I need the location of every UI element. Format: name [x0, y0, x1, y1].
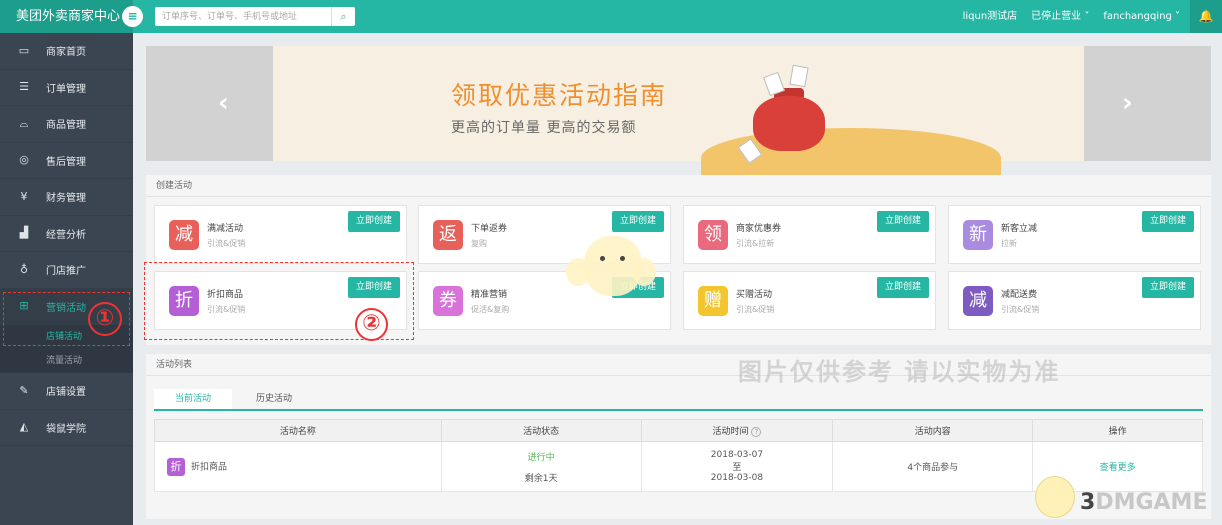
bag-icon: ♁ — [19, 262, 29, 276]
chevron-left-icon[interactable]: ‹ — [218, 88, 229, 118]
sidebar-item-aftersale[interactable]: ◎ 售后管理 — [0, 143, 133, 179]
create-button[interactable]: 立即创建 — [877, 211, 929, 232]
create-button[interactable]: 立即创建 — [612, 211, 664, 232]
activity-card-buy-gift: 赠 买赠活动 引流&促销 立即创建 — [683, 271, 936, 330]
tab-history-activity[interactable]: 历史活动 — [240, 389, 308, 409]
activity-name-cell: 折折扣商品 — [154, 441, 442, 492]
money-bag-image — [753, 96, 825, 151]
banner-prev-panel[interactable]: ‹ — [146, 46, 273, 161]
banner-subtitle: 更高的订单量 更高的交易额 — [451, 120, 637, 136]
column-header: 活动时间 ? — [640, 419, 834, 442]
discount-icon: 折 — [167, 457, 185, 476]
sidebar-item-products[interactable]: ⌓ 商品管理 — [0, 106, 133, 143]
mascot-eye — [600, 256, 605, 261]
banner-next-panel[interactable]: › — [1084, 46, 1211, 161]
search-icon[interactable]: ⌕ — [331, 7, 355, 26]
table-header-row: 活动名称 活动状态 活动时间 ? 活动内容 操作 — [154, 419, 1203, 442]
column-header: 操作 — [1032, 419, 1203, 442]
service-icon: ◎ — [19, 153, 29, 167]
coupon-icon: 券 — [433, 286, 463, 316]
bell-icon[interactable]: 🔔 — [1190, 0, 1222, 33]
create-button[interactable]: 立即创建 — [1142, 277, 1194, 298]
sidebar-item-home[interactable]: ▭ 商家首页 — [0, 33, 133, 70]
business-status-dropdown[interactable]: 已停止营业 ˅ — [1031, 0, 1089, 33]
create-button[interactable]: 立即创建 — [348, 211, 400, 232]
activity-card-full-reduction: 减 满减活动 引流&促销 立即创建 — [154, 205, 407, 264]
clipboard-icon: ☰ — [19, 80, 29, 94]
shop-name[interactable]: liqun测试店 — [963, 0, 1018, 33]
activity-tabs: 当前活动 历史活动 — [154, 389, 1203, 411]
top-right-menu: liqun测试店 已停止营业 ˅ fanchangqing ˅ — [963, 0, 1180, 33]
sidebar-item-academy[interactable]: ◭ 袋鼠学院 — [0, 410, 133, 446]
view-more-link[interactable]: 查看更多 — [1100, 463, 1136, 473]
tab-current-activity[interactable]: 当前活动 — [154, 389, 232, 409]
coupon-paper-icon — [789, 64, 809, 88]
activity-content-cell: 4个商品参与 — [832, 441, 1034, 492]
brand-title: 美团外卖商家中心 — [0, 0, 133, 33]
column-header: 活动内容 — [832, 419, 1034, 442]
site-logo: 3DMGAME — [1080, 490, 1208, 515]
store-icon: ▭ — [18, 43, 30, 57]
search-input[interactable] — [155, 7, 330, 26]
annotation-number-2: ② — [355, 308, 388, 341]
mascot-bird-logo — [1035, 476, 1075, 518]
user-dropdown[interactable]: fanchangqing ˅ — [1103, 0, 1180, 33]
menu-toggle-icon[interactable]: ≡ — [122, 6, 143, 27]
column-header: 活动名称 — [154, 419, 442, 442]
create-button[interactable]: 立即创建 — [877, 277, 929, 298]
banner-title: 领取优惠活动指南 — [451, 81, 668, 110]
sidebar-subitem-traffic-activity[interactable]: 流量活动 — [0, 349, 133, 373]
search-box: ⌕ — [155, 7, 355, 26]
reduce-icon: 减 — [963, 286, 993, 316]
sidebar-item-analysis[interactable]: ▟ 经营分析 — [0, 216, 133, 252]
activity-card-delivery-reduction: 减 减配送费 引流&促销 立即创建 — [948, 271, 1201, 330]
top-bar: 美团外卖商家中心 ≡ ⌕ liqun测试店 已停止营业 ˅ fanchangqi… — [0, 0, 1222, 33]
return-icon: 返 — [433, 220, 463, 250]
chart-icon: ▟ — [19, 226, 29, 240]
remaining-days: 剩余1天 — [524, 473, 558, 484]
annotation-number-1: ① — [88, 302, 122, 336]
create-activity-title: 创建活动 — [146, 175, 1211, 197]
column-header: 活动状态 — [440, 419, 642, 442]
sidebar: ▭ 商家首页 ☰ 订单管理 ⌓ 商品管理 ◎ 售后管理 ¥ 财务管理 ▟ 经营分析 ♁ 门店推… — [0, 33, 133, 525]
create-button[interactable]: 立即创建 — [1142, 211, 1194, 232]
status-badge: 进行中 — [527, 452, 555, 463]
bowl-icon: ⌓ — [19, 116, 29, 130]
yen-icon: ¥ — [20, 189, 28, 203]
mascot-image — [584, 236, 642, 296]
activity-status-cell: 进行中剩余1天 — [440, 441, 642, 492]
receive-icon: 领 — [698, 220, 728, 250]
sidebar-item-orders[interactable]: ☰ 订单管理 — [0, 70, 133, 106]
mascot-eye — [620, 256, 625, 261]
chevron-right-icon[interactable]: › — [1122, 88, 1133, 118]
sidebar-item-finance[interactable]: ¥ 财务管理 — [0, 179, 133, 216]
activity-card-new-customer: 新 新客立减 拉新 立即创建 — [948, 205, 1201, 264]
activity-time-cell: 2018-03-07 至 2018-03-08 — [640, 441, 834, 492]
wrench-icon: ✎ — [19, 383, 29, 397]
reduce-icon: 减 — [169, 220, 199, 250]
activity-card-merchant-coupon: 领 商家优惠券 引流&拉新 立即创建 — [683, 205, 936, 264]
sidebar-item-promotion[interactable]: ♁ 门店推广 — [0, 252, 133, 289]
banner-carousel: ‹ 领取优惠活动指南 更高的订单量 更高的交易额 › — [146, 46, 1211, 188]
gift-icon: 赠 — [698, 286, 728, 316]
help-icon[interactable]: ? — [751, 427, 762, 437]
watermark-text: 图片仅供参考 请以实物为准 — [738, 358, 1061, 386]
new-icon: 新 — [963, 220, 993, 250]
graduation-icon: ◭ — [19, 420, 29, 434]
sidebar-item-settings[interactable]: ✎ 店铺设置 — [0, 373, 133, 410]
